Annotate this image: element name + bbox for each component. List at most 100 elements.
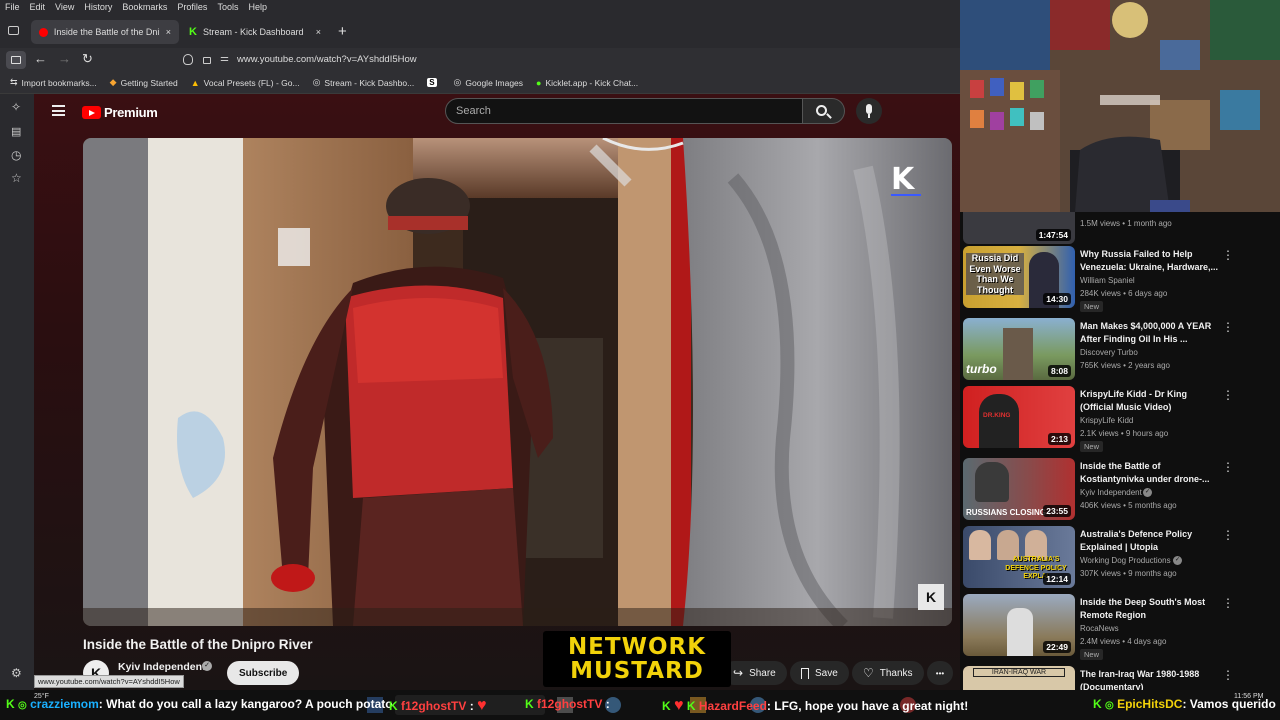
sidebar-toggle-button[interactable] — [6, 51, 26, 69]
menu-profiles[interactable]: Profiles — [177, 2, 207, 12]
close-tab-icon[interactable]: × — [316, 27, 321, 37]
video-title[interactable]: Inside the Battle of Kostiantynivka unde… — [1080, 460, 1220, 486]
settings-gear-icon[interactable]: ⚙ — [11, 666, 22, 680]
menu-history[interactable]: History — [84, 2, 112, 12]
subscribe-button[interactable]: Subscribe — [227, 661, 300, 685]
more-options-icon[interactable]: ⋮ — [1222, 596, 1234, 610]
close-tab-icon[interactable]: × — [166, 27, 171, 37]
thanks-button[interactable]: ♡ Thanks — [852, 661, 924, 685]
channel-name[interactable]: Kyiv Independent — [118, 661, 206, 673]
verified-icon: ✓ — [1143, 488, 1152, 497]
more-options-icon[interactable]: ⋮ — [1222, 460, 1234, 474]
chat-text: : LFG, hope you have a great night! — [766, 699, 969, 713]
related-video-item[interactable]: DR.KING 2:13 KrispyLife Kidd - Dr King (… — [960, 386, 1280, 454]
youtube-page: Premium Search K K Inside the Battle of … — [34, 94, 960, 690]
menu-file[interactable]: File — [5, 2, 20, 12]
channel-name[interactable]: KrispyLife Kidd — [1080, 416, 1133, 425]
more-options-icon[interactable]: ⋮ — [1222, 528, 1234, 542]
more-options-icon[interactable]: ⋮ — [1222, 320, 1234, 334]
lock-icon[interactable] — [203, 57, 211, 64]
more-options-icon[interactable]: ⋮ — [1222, 668, 1234, 682]
ai-sparkle-icon[interactable]: ✧ — [11, 100, 21, 114]
menu-tools[interactable]: Tools — [217, 2, 238, 12]
channel-branding-icon[interactable]: K — [918, 584, 944, 610]
search-button[interactable] — [803, 98, 845, 124]
share-button[interactable]: ↪ Share — [722, 661, 787, 685]
video-title[interactable]: The Iran-Iraq War 1980-1988 (Documentary… — [1080, 668, 1220, 690]
share-icon: ↪ — [733, 666, 744, 680]
video-thumbnail[interactable]: RUSSIANS CLOSING I 23:55 — [963, 458, 1075, 520]
video-title: Inside the Battle of the Dnipro River — [83, 637, 313, 652]
bookmark-kicklet[interactable]: ● Kicklet.app - Kick Chat... — [536, 78, 638, 88]
video-title[interactable]: Inside the Deep South's Most Remote Regi… — [1080, 596, 1220, 622]
tab-youtube[interactable]: Inside the Battle of the Dnipro R × — [31, 20, 179, 44]
menu-view[interactable]: View — [55, 2, 74, 12]
forward-icon[interactable]: → — [58, 51, 71, 66]
video-thumbnail[interactable]: turbo 8:08 — [963, 318, 1075, 380]
url-field[interactable]: www.youtube.com/watch?v=AYshddI5How — [237, 54, 417, 65]
related-video-item[interactable]: Russia Did Even Worse Than We Thought 14… — [960, 246, 1280, 314]
back-icon[interactable]: ← — [34, 51, 47, 66]
chat-username[interactable]: EpicHitsDC — [1117, 697, 1182, 711]
related-video-item[interactable]: 22:49 Inside the Deep South's Most Remot… — [960, 594, 1280, 662]
bookmark-kick-dashboard[interactable]: ◎ Stream - Kick Dashbo... — [313, 77, 415, 88]
youtube-logo[interactable]: Premium — [82, 105, 158, 120]
related-video-item[interactable]: turbo 8:08 Man Makes $4,000,000 A YEAR A… — [960, 318, 1280, 386]
bookmark-vocal-presets[interactable]: ▲ Vocal Presets (FL) - Go... — [191, 78, 300, 88]
video-meta: 2.1K views • 9 hours ago — [1080, 429, 1169, 438]
kick-icon: K — [389, 699, 398, 713]
related-video-item[interactable]: 1:47:54 1.5M views • 1 month ago ⋮ — [960, 212, 1280, 250]
channel-name[interactable]: RocaNews — [1080, 624, 1119, 633]
video-title[interactable]: Australia's Defence Policy Explained | U… — [1080, 528, 1220, 554]
related-video-item[interactable]: RUSSIANS CLOSING I 23:55 Inside the Batt… — [960, 458, 1280, 526]
video-meta: 2.4M views • 4 days ago — [1080, 637, 1167, 646]
video-thumbnail[interactable]: Russia Did Even Worse Than We Thought 14… — [963, 246, 1075, 308]
chat-username[interactable]: HazardFeed — [699, 699, 767, 713]
video-title[interactable]: KrispyLife Kidd - Dr King (Official Musi… — [1080, 388, 1220, 414]
bookmark-getting-started[interactable]: ◆ Getting Started — [110, 77, 178, 88]
video-thumbnail[interactable]: 22:49 — [963, 594, 1075, 656]
permissions-icon[interactable]: ⚌ — [220, 53, 229, 64]
bookmarks-star-icon[interactable]: ☆ — [11, 171, 22, 185]
menu-help[interactable]: Help — [248, 2, 267, 12]
channel-name[interactable]: William Spaniel — [1080, 276, 1135, 285]
search-input[interactable]: Search — [445, 98, 803, 124]
video-thumbnail[interactable]: DR.KING 2:13 — [963, 386, 1075, 448]
history-icon[interactable]: ◷ — [11, 148, 21, 162]
save-button[interactable]: Save — [790, 661, 849, 685]
shield-icon[interactable] — [183, 54, 193, 65]
video-player[interactable]: K K — [83, 138, 952, 626]
video-title[interactable]: Why Russia Failed to Help Venezuela: Ukr… — [1080, 248, 1220, 274]
video-title[interactable]: Man Makes $4,000,000 A YEAR After Findin… — [1080, 320, 1220, 346]
hamburger-menu-icon[interactable] — [52, 105, 65, 116]
menu-edit[interactable]: Edit — [30, 2, 46, 12]
bookmark-import[interactable]: ⇆ Import bookmarks... — [10, 77, 97, 88]
chat-username[interactable]: f12ghostTV — [401, 699, 466, 713]
bookmark-icon — [801, 667, 809, 679]
chat-message-5: K ◎ EpicHitsDC: Vamos querido — [1093, 697, 1276, 711]
more-options-icon[interactable]: ⋮ — [1222, 388, 1234, 402]
bookmark-google-images[interactable]: ◎ Google Images — [454, 77, 524, 88]
chat-username[interactable]: f12ghostTV — [537, 697, 602, 711]
channel-name[interactable]: Kyiv Independent — [1080, 488, 1142, 497]
reload-icon[interactable]: ↻ — [82, 51, 93, 67]
new-tab-button[interactable]: + — [338, 23, 347, 40]
tab-kick-dashboard[interactable]: K Stream - Kick Dashboard × — [181, 20, 329, 44]
video-thumbnail[interactable]: 1:47:54 — [963, 212, 1075, 244]
channel-name[interactable]: Working Dog Productions — [1080, 556, 1171, 565]
channel-name[interactable]: Discovery Turbo — [1080, 348, 1138, 357]
more-actions-button[interactable]: ••• — [927, 661, 953, 685]
synced-tabs-icon[interactable]: ▤ — [11, 125, 21, 138]
tab-overview-icon[interactable] — [8, 26, 19, 35]
bookmark-s[interactable]: S — [427, 78, 440, 87]
chat-username[interactable]: crazziemom — [30, 697, 99, 711]
more-options-icon[interactable]: ⋮ — [1222, 248, 1234, 262]
related-video-item[interactable]: AUSTRALIA'S DEFENCE POLICY EXPLAI 12:14 … — [960, 526, 1280, 594]
kicklet-icon: ● — [536, 77, 542, 88]
voice-search-button[interactable] — [856, 98, 882, 124]
video-thumbnail[interactable]: AUSTRALIA'S DEFENCE POLICY EXPLAI 12:14 — [963, 526, 1075, 588]
related-video-item[interactable]: IRAN-IRAQ WAR The Iran-Iraq War 1980-198… — [960, 666, 1280, 690]
menu-bookmarks[interactable]: Bookmarks — [122, 2, 167, 12]
video-thumbnail[interactable]: IRAN-IRAQ WAR — [963, 666, 1075, 690]
bookmark-label: Getting Started — [120, 77, 178, 88]
